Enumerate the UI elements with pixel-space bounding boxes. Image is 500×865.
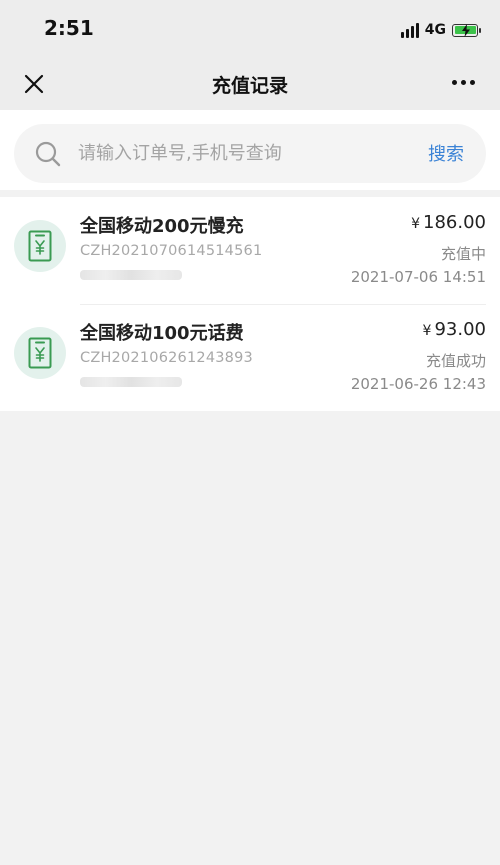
search-area: 搜索 [0, 110, 500, 190]
list-item[interactable]: 全国移动100元话费 CZH202106261243893 ¥93.00 充值成… [0, 304, 500, 411]
more-dot-icon [452, 80, 457, 85]
network-type: 4G [424, 22, 446, 38]
record-order-number: CZH2021070614514561 [80, 243, 263, 259]
more-dot-icon [461, 80, 466, 85]
record-status: 充值成功 [425, 352, 486, 370]
search-button[interactable]: 搜索 [428, 140, 464, 166]
record-title: 全国移动100元话费 [80, 323, 244, 344]
record-amount: ¥186.00 [411, 212, 486, 233]
list-item[interactable]: 全国移动200元慢充 CZH2021070614514561 ¥186.00 充… [0, 197, 500, 304]
battery-icon [452, 23, 481, 37]
recharge-record-list: 全国移动200元慢充 CZH2021070614514561 ¥186.00 充… [0, 197, 500, 411]
more-dot-icon [470, 80, 475, 85]
record-phone-redacted [80, 377, 182, 387]
record-time: 2021-07-06 14:51 [350, 268, 486, 286]
status-time: 2:51 [44, 16, 94, 40]
record-phone-redacted [80, 270, 182, 280]
status-indicators: 4G [400, 20, 481, 40]
record-order-number: CZH202106261243893 [80, 350, 253, 366]
recharge-phone-icon [14, 327, 66, 379]
nav-bar: 充值记录 [0, 58, 500, 110]
status-bar: 2:51 4G [0, 0, 500, 58]
search-box: 搜索 [14, 124, 486, 183]
record-title: 全国移动200元慢充 [80, 216, 244, 237]
record-status: 充值中 [440, 245, 486, 263]
record-time: 2021-06-26 12:43 [350, 375, 486, 393]
more-button[interactable] [452, 80, 478, 88]
search-input[interactable] [78, 136, 408, 170]
record-amount: ¥93.00 [422, 319, 486, 340]
signal-icon [400, 22, 419, 38]
search-icon [35, 141, 61, 167]
recharge-phone-icon [14, 220, 66, 272]
page-title: 充值记录 [211, 75, 288, 97]
